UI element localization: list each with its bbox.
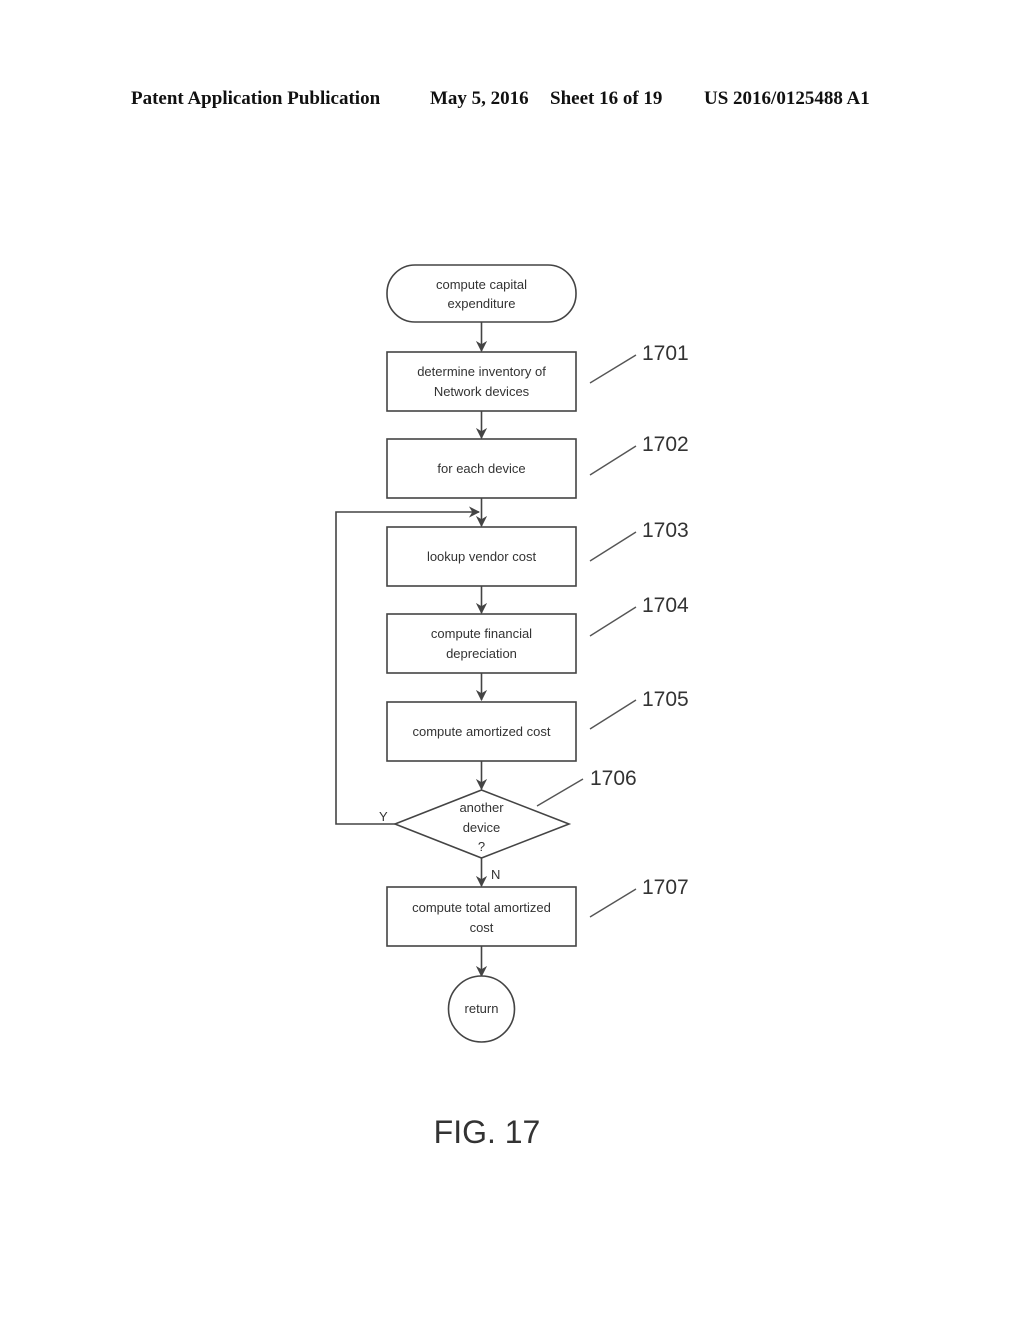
leader-1704 (589, 606, 637, 637)
step-1703-line-1: lookup vendor cost (427, 549, 537, 564)
ref-1703: 1703 (642, 519, 689, 542)
decision-line-3: ? (478, 839, 485, 854)
step-1704: compute financial depreciation (386, 613, 577, 674)
start-terminator: compute capital expenditure (386, 264, 577, 323)
step-1701-line-1: determine inventory of (417, 364, 546, 379)
ref-1707: 1707 (642, 876, 689, 899)
step-1704-line-2: depreciation (446, 646, 517, 661)
ref-1701: 1701 (642, 342, 689, 365)
ref-1702: 1702 (642, 433, 689, 456)
leader-1707 (589, 888, 637, 918)
step-1702-line-1: for each device (437, 461, 525, 476)
step-1705-line-1: compute amortized cost (412, 724, 550, 739)
step-1702: for each device (386, 438, 577, 499)
leader-1705 (589, 699, 637, 730)
step-1704-line-1: compute financial (431, 626, 532, 641)
step-1701-line-2: Network devices (434, 384, 530, 399)
yes-branch-label: Y (379, 809, 388, 824)
decision-line-2: device (463, 820, 501, 835)
step-1707-line-2: cost (470, 920, 494, 935)
no-branch-label: N (491, 867, 500, 882)
ref-1705: 1705 (642, 688, 689, 711)
leader-1703 (589, 531, 637, 562)
step-1701: determine inventory of Network devices (386, 351, 577, 412)
start-text-line-2: expenditure (448, 296, 516, 311)
step-1703: lookup vendor cost (386, 526, 577, 587)
leader-1701 (589, 354, 637, 384)
step-1707-line-1: compute total amortized (412, 900, 551, 915)
leader-1706 (536, 778, 584, 807)
step-1705: compute amortized cost (386, 701, 577, 762)
flowchart: compute capital expenditure determine in… (335, 264, 689, 1150)
decision-1706: another device ? (392, 789, 572, 859)
start-text-line-1: compute capital (436, 277, 527, 292)
figure-label: FIG. 17 (434, 1114, 541, 1150)
ref-1706: 1706 (590, 767, 637, 790)
step-1707: compute total amortized cost (386, 886, 577, 947)
decision-line-1: another (459, 800, 504, 815)
leader-1702 (589, 445, 637, 476)
return-text: return (465, 1001, 499, 1016)
return-terminator: return (447, 975, 516, 1043)
ref-1704: 1704 (642, 594, 689, 617)
